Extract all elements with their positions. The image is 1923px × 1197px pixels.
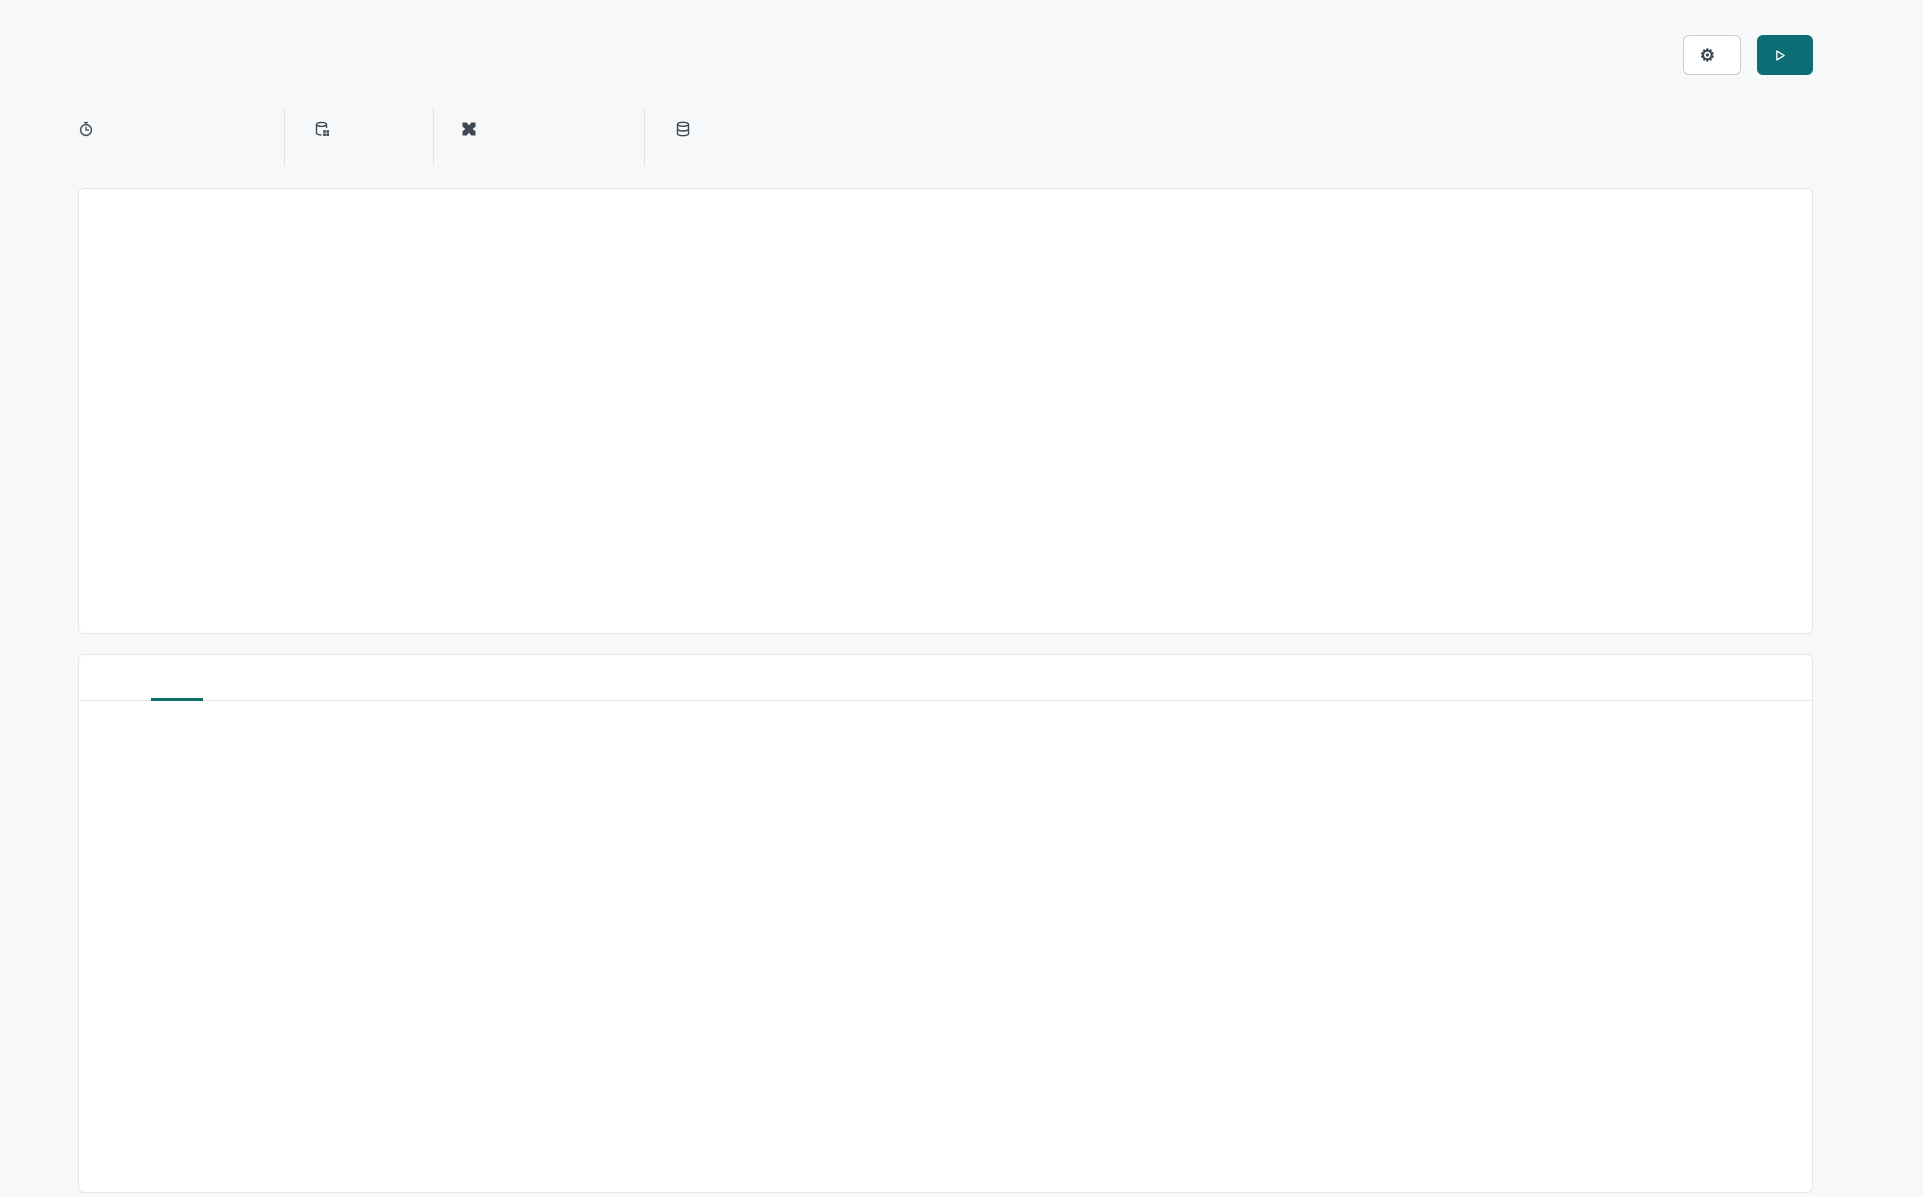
info-documentation: [461, 108, 486, 137]
settings-button[interactable]: ⚙: [1682, 35, 1741, 75]
top-models-chart: [961, 821, 1661, 1181]
info-sources: [675, 108, 700, 137]
run-now-button[interactable]: [1757, 35, 1813, 75]
divider: [284, 108, 285, 166]
tab-runs[interactable]: [99, 655, 151, 700]
info-environment: [314, 108, 339, 137]
header-actions: ⚙: [1660, 33, 1813, 77]
tab-insights[interactable]: [151, 655, 203, 701]
environment-value-row: [314, 121, 339, 137]
insights-card: [78, 654, 1813, 1193]
tab-bar: [79, 655, 1812, 701]
dbt-docs-icon: [462, 122, 476, 136]
production-job-page: ⚙: [0, 0, 1923, 1197]
clock-icon: [79, 121, 93, 137]
documentation-value-row: [461, 121, 486, 137]
gear-icon: ⚙: [1699, 45, 1715, 65]
divider: [644, 108, 645, 166]
database-icon: [676, 121, 690, 137]
play-icon: [1776, 49, 1785, 61]
build-duration-chart: [101, 361, 1781, 601]
environment-icon: [315, 121, 329, 136]
models-built-chart: [151, 821, 951, 1166]
next-run-value-row: [78, 121, 103, 137]
recent-runs-card: [78, 188, 1813, 634]
divider: [433, 108, 434, 166]
sources-value-row: [675, 121, 700, 137]
info-next-run: [78, 108, 103, 137]
